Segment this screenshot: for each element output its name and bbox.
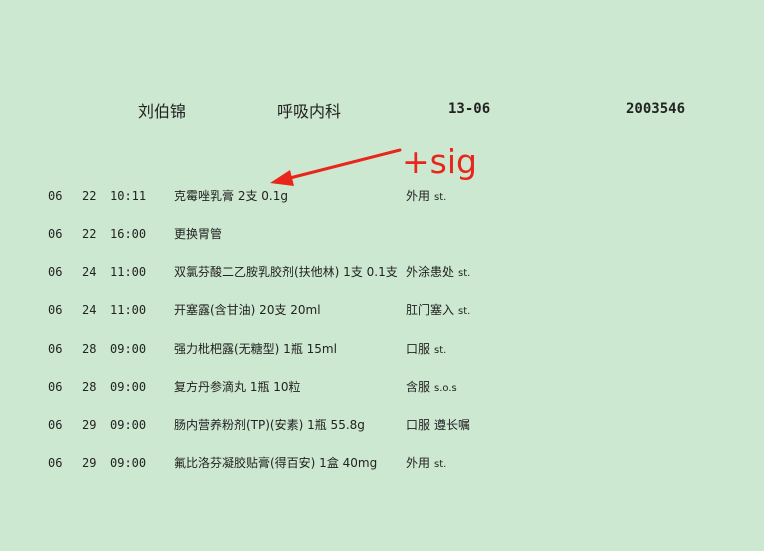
order-day: 24 [82,265,97,279]
order-day: 28 [82,380,97,394]
record-number: 2003546 [626,101,686,117]
order-route: 外涂患处 [406,265,455,279]
order-row: 06 29 09:00 肠内营养粉剂(TP)(安素) 1瓶 55.8g 口服 遵长… [0,418,764,448]
order-route: 肛门塞入 [406,303,455,317]
bed-number: 13-06 [448,101,491,117]
order-frequency: st. [434,192,447,203]
order-frequency: st. [434,459,447,470]
order-route: 含服 [406,380,431,394]
order-row: 06 24 11:00 开塞露(含甘油) 20支 20ml 肛门塞入 st. [0,303,764,333]
order-time: 09:00 [110,418,147,432]
order-drug: 复方丹参滴丸 1瓶 10粒 [174,380,301,394]
order-drug: 强力枇杷露(无糖型) 1瓶 15ml [174,342,337,356]
annotation-text: +sig [402,142,477,181]
order-drug: 克霉唑乳膏 2支 0.1g [174,189,288,203]
order-month: 06 [48,227,63,241]
order-frequency: s.o.s [434,383,457,394]
order-usage: 含服 s.o.s [406,380,457,396]
order-day: 29 [82,456,97,470]
order-row: 06 22 10:11 克霉唑乳膏 2支 0.1g 外用 st. [0,189,764,219]
order-drug: 更换胃管 [174,227,223,241]
order-time: 11:00 [110,265,147,279]
order-month: 06 [48,189,63,203]
order-month: 06 [48,418,63,432]
department: 呼吸内科 [277,102,342,121]
order-frequency: st. [458,268,471,279]
patient-name: 刘伯锦 [138,102,187,121]
order-time: 09:00 [110,342,147,356]
order-frequency: 遵长嘱 [434,418,471,432]
order-usage: 口服 遵长嘱 [406,418,470,432]
order-day: 29 [82,418,97,432]
order-drug: 开塞露(含甘油) 20支 20ml [174,303,321,317]
annotation-arrow-icon [270,148,402,186]
order-usage: 外涂患处 st. [406,265,470,281]
order-time: 09:00 [110,380,147,394]
order-time: 10:11 [110,189,147,203]
order-drug: 双氯芬酸二乙胺乳胶剂(扶他林) 1支 0.1支 [174,265,398,279]
order-row: 06 22 16:00 更换胃管 [0,227,764,257]
order-row: 06 29 09:00 氟比洛芬凝胶贴膏(得百安) 1盒 40mg 外用 st. [0,456,764,486]
order-row: 06 24 11:00 双氯芬酸二乙胺乳胶剂(扶他林) 1支 0.1支 外涂患处… [0,265,764,295]
order-frequency: st. [458,306,471,317]
order-frequency: st. [434,345,447,356]
order-drug: 肠内营养粉剂(TP)(安素) 1瓶 55.8g [174,418,365,432]
order-month: 06 [48,342,63,356]
order-row: 06 28 09:00 强力枇杷露(无糖型) 1瓶 15ml 口服 st. [0,342,764,372]
order-usage: 外用 st. [406,189,446,205]
order-time: 09:00 [110,456,147,470]
order-day: 22 [82,227,97,241]
order-day: 24 [82,303,97,317]
order-route: 外用 [406,189,431,203]
order-month: 06 [48,303,63,317]
order-month: 06 [48,265,63,279]
order-usage: 口服 st. [406,342,446,358]
order-drug: 氟比洛芬凝胶贴膏(得百安) 1盒 40mg [174,456,378,470]
order-day: 22 [82,189,97,203]
order-time: 16:00 [110,227,147,241]
order-route: 外用 [406,456,431,470]
order-usage [406,227,410,243]
order-usage: 肛门塞入 st. [406,303,470,319]
order-row: 06 28 09:00 复方丹参滴丸 1瓶 10粒 含服 s.o.s [0,380,764,410]
order-route: 口服 [406,342,431,356]
order-month: 06 [48,380,63,394]
order-route: 口服 [406,418,431,432]
order-time: 11:00 [110,303,147,317]
order-usage: 外用 st. [406,456,446,472]
order-month: 06 [48,456,63,470]
order-day: 28 [82,342,97,356]
